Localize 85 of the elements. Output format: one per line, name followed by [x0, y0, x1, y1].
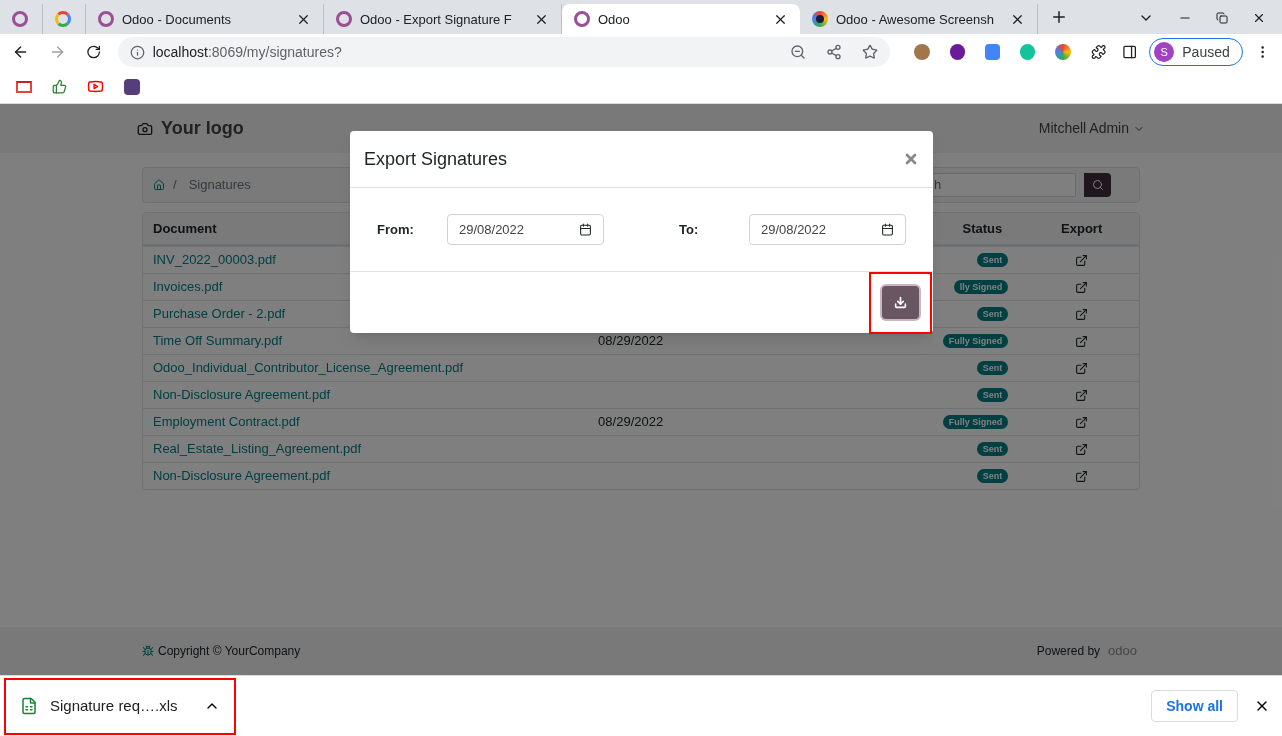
search-icon	[1091, 179, 1104, 191]
document-link[interactable]: Non-Disclosure Agreement.pdf	[143, 385, 599, 405]
document-link[interactable]: Employment Contract.pdf	[143, 412, 599, 432]
thumbs-up-icon[interactable]	[52, 79, 67, 94]
bug-icon	[142, 645, 154, 657]
external-link-icon[interactable]	[1075, 415, 1089, 429]
column-header: Status	[961, 219, 1004, 238]
calendar-icon[interactable]	[881, 223, 894, 236]
status-badge: Fully Signed	[942, 334, 1009, 348]
status-badge: Sent	[976, 469, 1009, 483]
ring-icon	[336, 11, 352, 27]
date-text: 08/29/2022	[598, 414, 664, 430]
status-badge: Sent	[976, 442, 1009, 456]
browser-tab[interactable]: Odoo - Documents	[86, 4, 324, 34]
status-badge: lly Signed	[953, 280, 1009, 294]
column-header: Document	[153, 220, 217, 236]
camera-icon	[137, 120, 153, 137]
field-label: To:	[679, 220, 700, 239]
show-all-button[interactable]: Show all	[1151, 690, 1238, 722]
g-logo-icon	[55, 11, 71, 27]
info-icon	[129, 44, 145, 60]
star-icon[interactable]	[862, 44, 879, 60]
field-label: From:	[377, 220, 415, 239]
status-badge: Sent	[976, 361, 1009, 375]
logo-text[interactable]: Your logo	[161, 115, 244, 142]
powered-by-text: Powered by	[1036, 643, 1101, 660]
reload-icon[interactable]	[86, 44, 102, 60]
color-ring-icon	[812, 11, 828, 27]
browser-tab[interactable]: Odoo	[562, 4, 800, 34]
file-name: Signature req….xls	[50, 695, 179, 716]
download-icon	[894, 296, 907, 309]
url-text: localhost:8069/my/signatures?	[152, 42, 343, 62]
document-link[interactable]: Real_Estate_Listing_Agreement.pdf	[143, 439, 599, 459]
tab-title: Odoo - Documents	[122, 11, 232, 27]
new-tab-icon[interactable]	[1050, 8, 1068, 26]
calendar-icon[interactable]	[579, 223, 592, 236]
download-item[interactable]: Signature req….xls	[4, 677, 236, 735]
breadcrumb-item: Signatures	[188, 176, 251, 195]
tab-title: Odoo - Awesome Screensh	[836, 11, 994, 27]
date-field[interactable]: 29/08/2022	[749, 214, 906, 245]
ring-icon	[574, 11, 590, 27]
share-icon[interactable]	[826, 44, 843, 60]
copyright-text: Copyright © YourCompany	[158, 643, 301, 660]
profile-status: Paused	[1182, 42, 1230, 62]
ring-icon	[98, 11, 114, 27]
close-icon[interactable]	[1252, 11, 1266, 25]
search-field[interactable]: h	[930, 173, 1076, 197]
date-text: 08/29/2022	[598, 333, 664, 349]
extension-icon[interactable]	[949, 44, 965, 60]
spreadsheet-icon	[20, 697, 38, 715]
color-ring-icon[interactable]	[1055, 44, 1071, 60]
status-badge: Fully Signed	[942, 415, 1009, 429]
zoom-out-icon[interactable]	[790, 44, 807, 60]
status-badge: Sent	[976, 307, 1009, 321]
status-badge: Sent	[976, 253, 1009, 267]
column-header: Export	[1060, 219, 1104, 238]
side-panel-icon[interactable]	[1122, 44, 1138, 60]
document-link[interactable]: Non-Disclosure Agreement.pdf	[143, 466, 599, 486]
avatar-icon: S	[1154, 42, 1175, 62]
date-field[interactable]: 29/08/2022	[447, 214, 604, 245]
external-link-icon[interactable]	[1075, 442, 1089, 456]
status-badge: Sent	[976, 388, 1009, 402]
document-link[interactable]: Odoo_Individual_Contributor_License_Agreement.pdf	[143, 358, 599, 378]
external-link-icon[interactable]	[1075, 361, 1089, 375]
external-link-icon[interactable]	[1075, 334, 1089, 348]
breadcrumb-separator: /	[173, 176, 177, 195]
restore-icon[interactable]	[1216, 12, 1228, 24]
tab-title: Odoo	[598, 11, 630, 27]
external-link-icon[interactable]	[1075, 388, 1089, 402]
external-link-icon[interactable]	[1075, 307, 1089, 321]
tab-title: Odoo - Export Signature F	[360, 11, 512, 27]
address-field[interactable]: localhost:8069/my/signatures?	[117, 37, 891, 67]
external-link-icon[interactable]	[1075, 253, 1089, 267]
dialog-title: Export Signatures	[364, 147, 508, 171]
puzzle-icon[interactable]	[1090, 44, 1106, 60]
ring-icon	[12, 11, 28, 27]
document-link[interactable]: Time Off Summary.pdf	[143, 331, 599, 351]
play-icon[interactable]	[87, 78, 104, 95]
download-button[interactable]	[882, 286, 919, 319]
external-link-icon[interactable]	[1075, 280, 1089, 294]
home-icon[interactable]	[153, 179, 165, 191]
search-button[interactable]	[1084, 173, 1111, 197]
user-menu[interactable]: Mitchell Admin	[1038, 118, 1129, 139]
browser-tab[interactable]: Odoo - Awesome Screensh	[800, 4, 1038, 34]
external-link-icon[interactable]	[1075, 469, 1089, 483]
